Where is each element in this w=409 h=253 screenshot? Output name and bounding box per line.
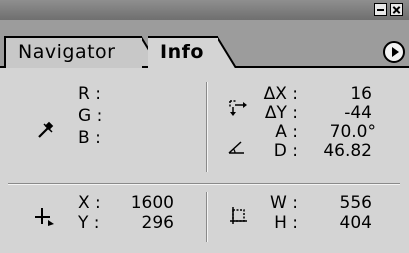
value-y: 296	[141, 213, 174, 233]
label-distance: D :	[273, 141, 298, 161]
divider-vertical-top	[206, 82, 208, 172]
label-h: H :	[274, 213, 298, 233]
move-offset-icon	[229, 100, 247, 116]
angle-icon	[228, 141, 244, 154]
palette-menu-button[interactable]	[383, 41, 405, 63]
eyedropper-icon	[38, 121, 54, 138]
value-angle: 70.0°	[329, 122, 376, 142]
label-r: R :	[78, 84, 101, 104]
value-x: 1600	[130, 193, 174, 213]
tab-navigator[interactable]: Navigator	[4, 36, 142, 68]
label-y: Y :	[78, 213, 100, 233]
close-button[interactable]	[390, 3, 403, 16]
tab-strip: Navigator Info	[0, 20, 409, 68]
divider-horizontal	[8, 183, 400, 185]
value-dy: -44	[344, 103, 372, 123]
value-distance: 46.82	[323, 141, 372, 161]
crosshair-icon	[35, 208, 54, 226]
selection-size-icon	[230, 207, 247, 224]
value-h: 404	[339, 213, 372, 233]
label-b: B :	[78, 128, 101, 148]
tab-info[interactable]: Info	[148, 36, 218, 68]
label-angle: A :	[275, 122, 298, 142]
info-palette-window: Navigator Info R : G : B : ΔX: ΔY: A:…	[0, 0, 409, 253]
divider-vertical-bottom	[206, 192, 208, 242]
value-dx: 16	[350, 84, 372, 104]
label-g: G :	[78, 106, 103, 126]
label-w: W :	[270, 193, 298, 213]
info-content: R : G : B : ΔX : ΔY : A : D : 16 -44 70.…	[0, 68, 409, 253]
value-w: 556	[339, 193, 372, 213]
label-x: X :	[78, 193, 101, 213]
label-dx: ΔX :	[263, 84, 298, 104]
label-dy: ΔY :	[264, 103, 298, 123]
minimize-button[interactable]	[374, 3, 387, 16]
palette-title-bar[interactable]	[0, 0, 409, 20]
